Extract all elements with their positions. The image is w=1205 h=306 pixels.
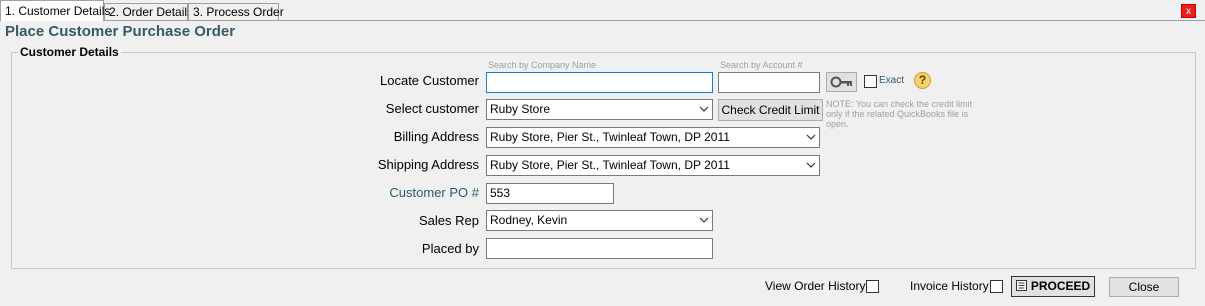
search-key-icon: [830, 76, 852, 88]
tab-order-details[interactable]: 2. Order Details: [104, 3, 193, 20]
view-order-history-label: View Order History: [765, 279, 866, 293]
billing-address-label: Billing Address: [393, 129, 479, 144]
group-title: Customer Details: [18, 45, 121, 59]
chevron-down-icon: [699, 217, 709, 223]
shipping-address-dropdown[interactable]: Ruby Store, Pier St., Twinleaf Town, DP …: [486, 155, 820, 176]
chevron-down-icon: [699, 106, 709, 112]
sales-rep-dropdown[interactable]: Rodney, Kevin: [486, 210, 713, 231]
customer-po-label: Customer PO #: [389, 185, 479, 200]
page-title: Place Customer Purchase Order: [5, 23, 236, 40]
check-credit-limit-button[interactable]: Check Credit Limit: [718, 99, 823, 121]
close-button[interactable]: Close: [1109, 277, 1179, 297]
account-search-hint: Search by Account #: [720, 60, 803, 70]
account-search-input[interactable]: [718, 72, 820, 93]
select-customer-label: Select customer: [385, 101, 479, 116]
exact-checkbox[interactable]: [864, 75, 877, 88]
close-window-button[interactable]: x: [1181, 4, 1196, 18]
search-button[interactable]: [826, 72, 857, 92]
customer-po-input[interactable]: 553: [486, 183, 614, 204]
company-search-hint: Search by Company Name: [488, 60, 597, 70]
proceed-label: PROCEED: [1030, 279, 1091, 293]
placed-by-label: Placed by: [421, 241, 479, 256]
chevron-down-icon: [806, 134, 816, 140]
billing-address-value: Ruby Store, Pier St., Twinleaf Town, DP …: [490, 130, 730, 144]
billing-address-dropdown[interactable]: Ruby Store, Pier St., Twinleaf Town, DP …: [486, 127, 820, 148]
select-customer-value: Ruby Store: [490, 102, 551, 116]
help-icon[interactable]: ?: [914, 72, 931, 89]
placed-by-input[interactable]: [486, 238, 713, 259]
view-order-history-checkbox[interactable]: [866, 280, 879, 293]
select-customer-dropdown[interactable]: Ruby Store: [486, 99, 713, 120]
exact-label: Exact: [879, 75, 905, 86]
company-search-input[interactable]: [486, 72, 713, 93]
invoice-history-checkbox[interactable]: [990, 280, 1003, 293]
invoice-history-label: Invoice History: [910, 279, 989, 293]
shipping-address-label: Shipping Address: [377, 157, 479, 172]
proceed-icon: [1015, 280, 1027, 291]
locate-customer-label: Locate Customer: [380, 73, 479, 88]
credit-limit-note: NOTE: You can check the credit limit onl…: [826, 99, 973, 129]
proceed-button[interactable]: PROCEED: [1011, 276, 1095, 297]
tab-process-order[interactable]: 3. Process Order: [188, 3, 284, 20]
chevron-down-icon: [806, 162, 816, 168]
shipping-address-value: Ruby Store, Pier St., Twinleaf Town, DP …: [490, 158, 730, 172]
sales-rep-label: Sales Rep: [419, 213, 479, 228]
tab-customer-details[interactable]: 1. Customer Details: [0, 0, 110, 21]
sales-rep-value: Rodney, Kevin: [490, 213, 568, 227]
